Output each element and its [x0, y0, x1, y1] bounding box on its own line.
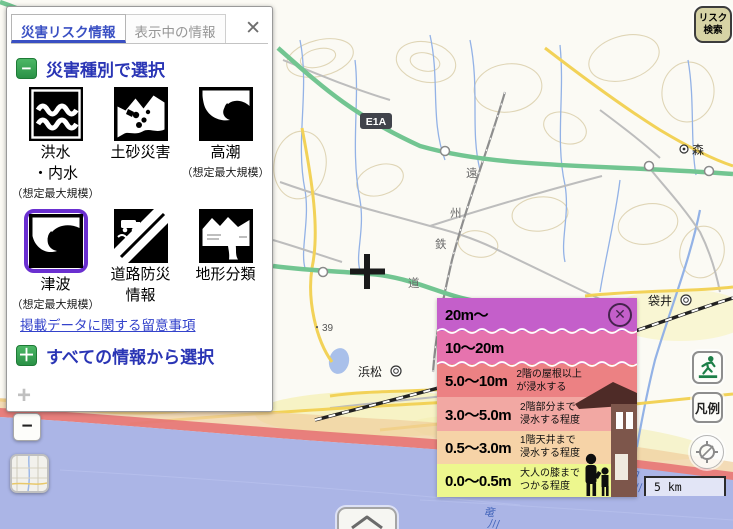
legend-toggle-button[interactable]: 凡例	[692, 392, 723, 423]
disaster-type-grid: 洪水 ・内水 （想定最大規模）	[13, 87, 268, 312]
legend-row: 0.0～0.5m 大人の膝までつかる程度	[437, 464, 637, 497]
road-hazard-icon	[114, 209, 168, 263]
legend-depth: 0.0～0.5m	[445, 470, 511, 491]
type-note: （想定最大規模）	[12, 296, 100, 312]
disaster-type-landslide[interactable]: 土砂災害	[98, 87, 183, 201]
expand-plus-icon[interactable]: ＋	[16, 345, 37, 366]
disaster-type-landform[interactable]: 地形分類	[183, 209, 268, 312]
location-target-icon	[695, 440, 719, 464]
legend-depth: 10～20m	[445, 337, 504, 358]
type-note: （想定最大規模）	[12, 185, 100, 201]
map-scale-bar: 5 km	[644, 476, 726, 496]
tab-displayed-info[interactable]: 表示中の情報	[126, 14, 226, 43]
evacuation-site-button[interactable]	[692, 351, 723, 384]
collapse-minus-icon[interactable]: −	[16, 58, 37, 79]
legend-close-button[interactable]: ✕	[608, 303, 632, 327]
label-fukuroi: 袋井	[648, 294, 672, 308]
type-note: （想定最大規模）	[182, 164, 270, 180]
legend-note: 2階の屋根以上が浸水する	[516, 368, 582, 394]
type-label: 洪水	[40, 144, 70, 162]
legend-row: 5.0～10m 2階の屋根以上が浸水する	[437, 364, 637, 397]
tab-disaster-risk-info[interactable]: 災害リスク情報	[11, 14, 126, 43]
chevron-up-icon	[348, 514, 386, 529]
svg-text:遠: 遠	[466, 167, 478, 180]
legend-note: 2階部分まで浸水する程度	[520, 401, 580, 427]
route-badge-e1a: E1A	[360, 113, 392, 129]
e1a-label: E1A	[366, 116, 387, 128]
type-label: 津波	[40, 276, 70, 294]
storm-surge-icon	[199, 87, 253, 141]
disaster-type-flood[interactable]: 洪水 ・内水 （想定最大規模）	[13, 87, 98, 201]
type-label: 道路防災	[110, 266, 170, 284]
section-select-by-disaster[interactable]: − 災害種別で選択	[16, 56, 165, 81]
app-window: E1A 森 袋井 浜松 ・39 遠 州 鉄 道 竜 川	[0, 0, 733, 529]
section-title: すべての情報から選択	[46, 343, 214, 368]
overview-minimap-button[interactable]	[10, 454, 49, 493]
bottom-drawer-button[interactable]	[337, 507, 397, 529]
label-mori: 森	[692, 142, 704, 157]
legend-note: 1階天井まで浸水する程度	[520, 434, 580, 460]
landform-icon	[199, 209, 253, 263]
label-hamamatsu: 浜松	[358, 365, 382, 379]
panel-tabs: 災害リスク情報 表示中の情報 ✕	[11, 14, 268, 44]
type-label: 土砂災害	[110, 144, 170, 162]
zoom-out-button[interactable]: −	[13, 413, 41, 441]
svg-text:州: 州	[450, 207, 462, 220]
scale-label: 5 km	[654, 480, 682, 494]
label-elevation: ・39	[312, 323, 334, 334]
disaster-type-road-hazard[interactable]: 道路防災 情報	[98, 209, 183, 312]
landslide-icon	[114, 87, 168, 141]
type-label: 高潮	[210, 144, 240, 162]
svg-text:鉄: 鉄	[435, 237, 447, 251]
zoom-in-button[interactable]: +	[17, 382, 31, 410]
data-notes-link[interactable]: 掲載データに関する留意事項	[20, 314, 196, 334]
disaster-risk-panel: 災害リスク情報 表示中の情報 ✕ − 災害種別で選択	[6, 6, 273, 412]
panel-close-icon[interactable]: ✕	[238, 19, 268, 38]
tsunami-depth-legend: 20m～ ✕ 10～20m 5.0～10m 2階の屋根以上が浸水する 3.0～5…	[437, 298, 637, 497]
minimap-thumbnail	[12, 456, 47, 491]
legend-depth: 20m～	[445, 304, 488, 325]
disaster-type-tsunami[interactable]: 津波 （想定最大規模）	[13, 209, 98, 312]
risk-search-button[interactable]: リスク 検索	[694, 6, 732, 43]
legend-row: 10～20m	[437, 331, 637, 364]
legend-depth: 3.0～5.0m	[445, 404, 511, 425]
legend-note: 大人の膝までつかる程度	[520, 467, 580, 493]
risk-search-label2: 検索	[703, 25, 722, 36]
type-label2: ・内水	[33, 165, 78, 183]
legend-row: 3.0～5.0m 2階部分まで浸水する程度	[437, 397, 637, 430]
legend-row: 0.5～3.0m 1階天井まで浸水する程度	[437, 431, 637, 464]
current-location-button[interactable]	[690, 435, 724, 469]
tsunami-icon	[24, 209, 88, 273]
risk-search-label1: リスク	[699, 13, 728, 24]
legend-depth: 5.0～10m	[445, 370, 507, 391]
flood-icon	[29, 87, 83, 141]
disaster-type-storm-surge[interactable]: 高潮 （想定最大規模）	[183, 87, 268, 201]
section-title: 災害種別で選択	[46, 56, 165, 81]
section-select-from-all[interactable]: ＋ すべての情報から選択	[16, 343, 214, 368]
legend-row: 20m～ ✕	[437, 298, 637, 331]
running-person-icon	[697, 355, 719, 380]
legend-depth: 0.5～3.0m	[445, 437, 511, 458]
type-label2: 情報	[125, 287, 155, 305]
svg-text:道: 道	[408, 276, 420, 290]
type-label: 地形分類	[195, 266, 255, 284]
